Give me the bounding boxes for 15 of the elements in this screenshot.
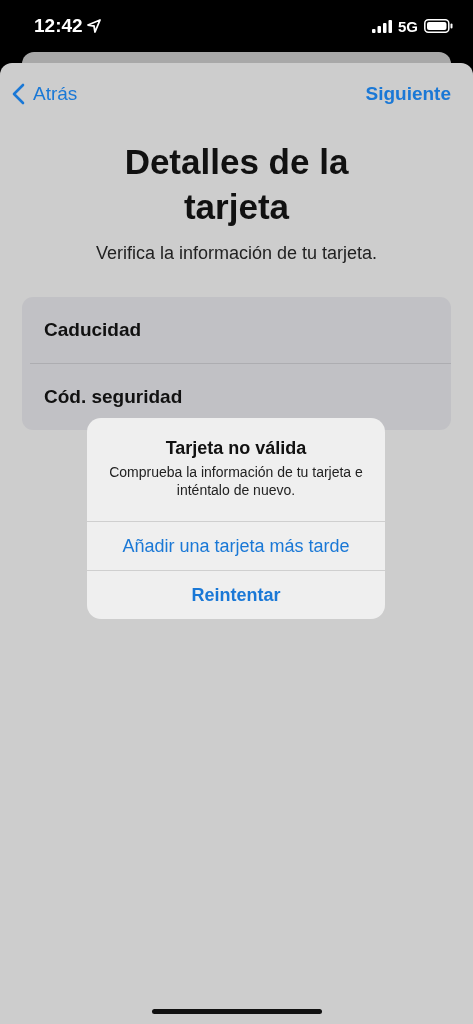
alert-title: Tarjeta no válida [164,438,308,459]
battery-icon [424,19,453,33]
clock-time: 12:42 [34,15,83,37]
page-title: Detalles de la tarjeta [123,141,350,228]
network-label: 5G [398,17,418,35]
page-subtitle: Verifica la información de tu tarjeta. [95,243,378,264]
back-button[interactable]: Atrás [12,83,78,105]
alert-action-button[interactable]: Reintentar [87,570,385,619]
form-field[interactable]: Caducidad [22,297,451,363]
location-arrow-icon [86,19,101,33]
signal-icon [372,19,392,33]
next-button[interactable]: Siguiente [365,83,451,105]
alert-action-button[interactable]: Añadir una tarjeta más tarde [87,521,385,570]
chevron-left-icon [12,83,25,105]
alert-message: Comprueba la información de tu tarjeta e inténtalo de nuevo. [108,463,364,499]
